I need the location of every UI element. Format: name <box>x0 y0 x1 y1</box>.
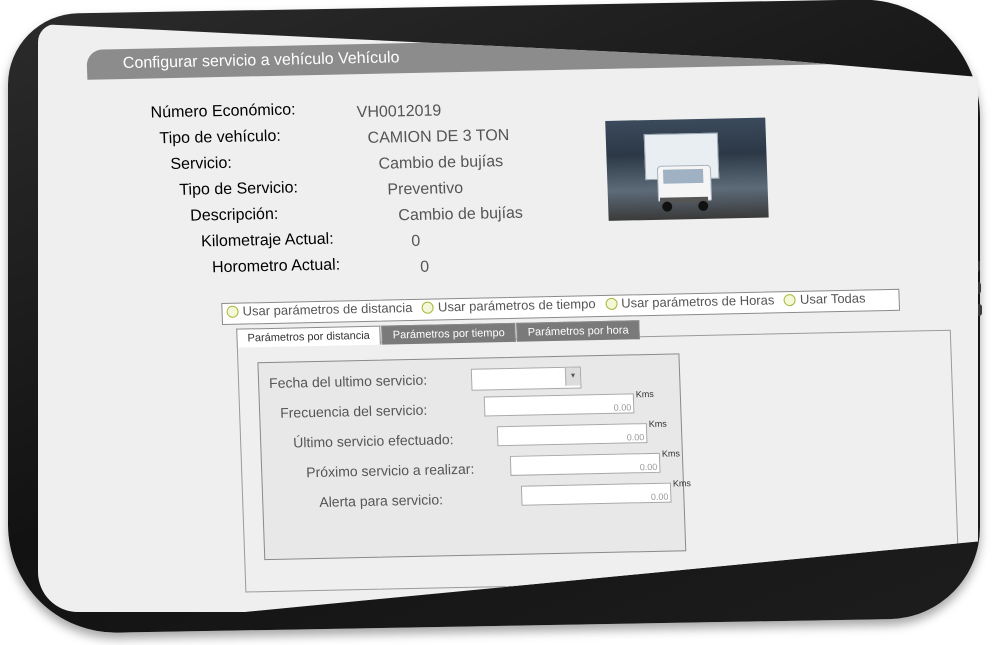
field-value-servicio: Cambio de bujías <box>378 153 504 173</box>
field-label-horometro: Horometro Actual: <box>211 256 341 277</box>
option-distancia[interactable]: Usar parámetros de distancia <box>222 300 413 319</box>
proximo-unit: Kms <box>661 448 681 459</box>
ultimo-label: Último servicio efectuado: <box>292 431 454 451</box>
tab-distancia[interactable]: Parámetros por distancia <box>236 325 382 348</box>
frecuencia-input[interactable]: 0.00 <box>483 393 635 417</box>
field-label-tipo-vehiculo: Tipo de vehículo: <box>159 127 282 148</box>
option-horas[interactable]: Usar parámetros de Horas <box>601 292 775 311</box>
ultimo-unit: Kms <box>648 418 668 430</box>
radio-icon[interactable] <box>783 293 797 306</box>
tablet-screen: Configurar servicio a vehículo Vehículo … <box>38 24 978 612</box>
distance-form: Fecha del ultimo servicio: ▼ Frecuencia … <box>257 353 691 561</box>
option-tiempo-label: Usar parámetros de tiempo <box>437 296 596 315</box>
frecuencia-label: Frecuencia del servicio: <box>279 401 428 421</box>
field-value-horometro: 0 <box>419 258 430 276</box>
truck-wheel-left <box>662 201 673 212</box>
field-label-descripcion: Descripción: <box>189 205 279 225</box>
parameter-options: Usar parámetros de distancia Usar paráme… <box>221 288 901 325</box>
field-label-servicio: Servicio: <box>170 154 233 174</box>
field-value-numero: VH0012019 <box>356 102 442 122</box>
option-todas[interactable]: Usar Todas <box>780 291 866 308</box>
vehicle-photo <box>605 117 769 221</box>
proximo-input[interactable]: 0.00 <box>509 452 661 476</box>
field-label-tipo-servicio: Tipo de Servicio: <box>179 179 299 199</box>
fecha-label: Fecha del ultimo servicio: <box>268 371 428 391</box>
radio-icon[interactable] <box>604 297 618 310</box>
tab-tiempo[interactable]: Parámetros por tiempo <box>381 322 517 345</box>
option-tiempo[interactable]: Usar parámetros de tiempo <box>418 296 596 315</box>
service-config-page: Configurar servicio a vehículo Vehículo … <box>78 24 960 600</box>
ultimo-input[interactable]: 0.00 <box>496 423 648 447</box>
alerta-unit: Kms <box>672 478 692 489</box>
field-label-numero: Número Económico: <box>150 101 296 122</box>
radio-icon[interactable] <box>421 301 435 314</box>
truck-wheel-right <box>698 200 709 212</box>
proximo-label: Próximo servicio a realizar: <box>305 460 475 481</box>
option-todas-label: Usar Todas <box>799 290 866 307</box>
tab-hora[interactable]: Parámetros por hora <box>516 320 640 342</box>
truck-windshield <box>662 168 704 184</box>
field-label-kilometraje: Kilometraje Actual: <box>200 230 334 251</box>
field-value-kilometraje: 0 <box>410 232 421 251</box>
field-value-descripcion: Cambio de bujías <box>398 204 524 225</box>
alerta-input[interactable]: 0.00 <box>520 482 672 506</box>
option-horas-label: Usar parámetros de Horas <box>620 292 775 311</box>
radio-icon[interactable] <box>226 305 239 318</box>
field-value-tipo-servicio: Preventivo <box>387 179 464 199</box>
field-value-tipo-vehiculo: CAMION DE 3 TON <box>367 126 510 147</box>
frecuencia-unit: Kms <box>635 388 654 400</box>
alerta-label: Alerta para servicio: <box>319 491 444 510</box>
chevron-down-icon[interactable]: ▼ <box>564 367 581 386</box>
tablet-device: Configurar servicio a vehículo Vehículo … <box>0 0 997 645</box>
option-distancia-label: Usar parámetros de distancia <box>242 300 413 319</box>
fecha-select[interactable]: ▼ <box>470 366 582 391</box>
